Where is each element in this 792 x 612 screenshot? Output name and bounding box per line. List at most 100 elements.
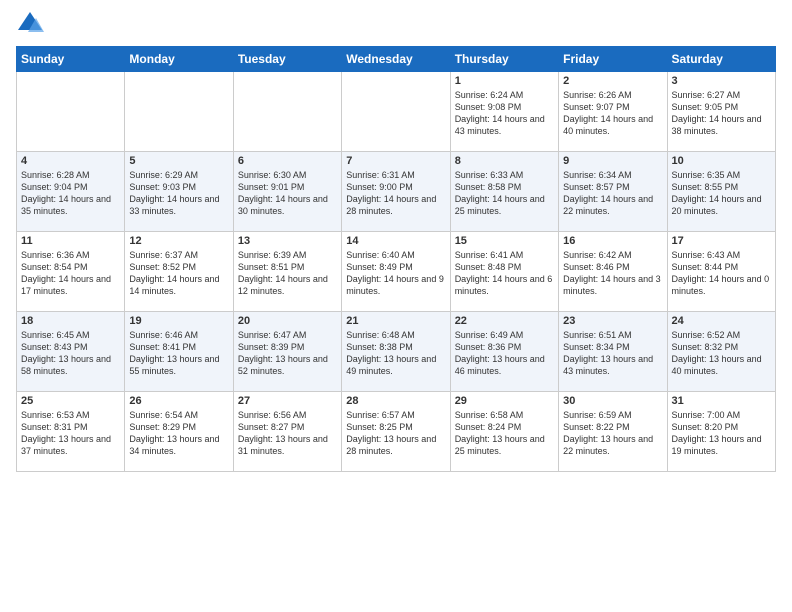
day-cell <box>342 72 450 152</box>
day-cell: 29 Sunrise: 6:58 AM Sunset: 8:24 PM Dayli… <box>450 392 558 472</box>
header-friday: Friday <box>559 47 667 72</box>
week-row-2: 4 Sunrise: 6:28 AM Sunset: 9:04 PM Daylig… <box>17 152 776 232</box>
day-info: Sunrise: 6:26 AM Sunset: 9:07 PM Dayligh… <box>563 89 662 138</box>
day-number: 2 <box>563 75 662 87</box>
day-number: 26 <box>129 395 228 407</box>
day-info: Sunrise: 6:42 AM Sunset: 8:46 PM Dayligh… <box>563 249 662 298</box>
week-row-3: 11Sunrise: 6:36 AM Sunset: 8:54 PM Dayli… <box>17 232 776 312</box>
day-cell: 12 Sunrise: 6:37 AM Sunset: 8:52 PM Dayli… <box>125 232 233 312</box>
day-number: 29 <box>455 395 554 407</box>
day-number: 7 <box>346 155 445 167</box>
day-cell: 4 Sunrise: 6:28 AM Sunset: 9:04 PM Daylig… <box>17 152 125 232</box>
day-cell: 1 Sunrise: 6:24 AM Sunset: 9:08 PM Daylig… <box>450 72 558 152</box>
day-number: 4 <box>21 155 120 167</box>
day-cell: 28 Sunrise: 6:57 AM Sunset: 8:25 PM Dayli… <box>342 392 450 472</box>
day-number: 31 <box>672 395 771 407</box>
day-number: 17 <box>672 235 771 247</box>
day-info: Sunrise: 6:34 AM Sunset: 8:57 PM Dayligh… <box>563 169 662 218</box>
header-monday: Monday <box>125 47 233 72</box>
day-info: Sunrise: 6:49 AM Sunset: 8:36 PM Dayligh… <box>455 329 554 378</box>
day-number: 5 <box>129 155 228 167</box>
calendar-header-row: SundayMondayTuesdayWednesdayThursdayFrid… <box>17 47 776 72</box>
day-info: Sunrise: 6:41 AM Sunset: 8:48 PM Dayligh… <box>455 249 554 298</box>
day-info: Sunrise: 6:56 AM Sunset: 8:27 PM Dayligh… <box>238 409 337 458</box>
day-info: Sunrise: 6:29 AM Sunset: 9:03 PM Dayligh… <box>129 169 228 218</box>
day-cell: 2 Sunrise: 6:26 AM Sunset: 9:07 PM Daylig… <box>559 72 667 152</box>
day-info: Sunrise: 6:40 AM Sunset: 8:49 PM Dayligh… <box>346 249 445 298</box>
day-info: Sunrise: 6:47 AM Sunset: 8:39 PM Dayligh… <box>238 329 337 378</box>
day-number: 9 <box>563 155 662 167</box>
day-cell <box>233 72 341 152</box>
day-cell: 22 Sunrise: 6:49 AM Sunset: 8:36 PM Dayli… <box>450 312 558 392</box>
day-number: 11 <box>21 235 120 247</box>
day-cell: 16Sunrise: 6:42 AM Sunset: 8:46 PM Dayli… <box>559 232 667 312</box>
day-cell: 26 Sunrise: 6:54 AM Sunset: 8:29 PM Dayli… <box>125 392 233 472</box>
day-number: 3 <box>672 75 771 87</box>
day-number: 6 <box>238 155 337 167</box>
day-cell: 31 Sunrise: 7:00 AM Sunset: 8:20 PM Dayli… <box>667 392 775 472</box>
day-cell: 30 Sunrise: 6:59 AM Sunset: 8:22 PM Dayli… <box>559 392 667 472</box>
day-number: 22 <box>455 315 554 327</box>
day-info: Sunrise: 6:51 AM Sunset: 8:34 PM Dayligh… <box>563 329 662 378</box>
day-info: Sunrise: 6:53 AM Sunset: 8:31 PM Dayligh… <box>21 409 120 458</box>
day-info: Sunrise: 6:37 AM Sunset: 8:52 PM Dayligh… <box>129 249 228 298</box>
day-info: Sunrise: 6:30 AM Sunset: 9:01 PM Dayligh… <box>238 169 337 218</box>
logo-icon <box>16 10 44 38</box>
day-cell: 7 Sunrise: 6:31 AM Sunset: 9:00 PM Daylig… <box>342 152 450 232</box>
day-cell: 8Sunrise: 6:33 AM Sunset: 8:58 PM Daylig… <box>450 152 558 232</box>
day-info: Sunrise: 6:52 AM Sunset: 8:32 PM Dayligh… <box>672 329 771 378</box>
day-number: 30 <box>563 395 662 407</box>
day-number: 12 <box>129 235 228 247</box>
day-number: 14 <box>346 235 445 247</box>
day-cell: 19 Sunrise: 6:46 AM Sunset: 8:41 PM Dayli… <box>125 312 233 392</box>
day-cell <box>125 72 233 152</box>
day-info: Sunrise: 7:00 AM Sunset: 8:20 PM Dayligh… <box>672 409 771 458</box>
day-info: Sunrise: 6:35 AM Sunset: 8:55 PM Dayligh… <box>672 169 771 218</box>
day-info: Sunrise: 6:33 AM Sunset: 8:58 PM Dayligh… <box>455 169 554 218</box>
week-row-1: 1 Sunrise: 6:24 AM Sunset: 9:08 PM Daylig… <box>17 72 776 152</box>
day-info: Sunrise: 6:24 AM Sunset: 9:08 PM Dayligh… <box>455 89 554 138</box>
day-info: Sunrise: 6:45 AM Sunset: 8:43 PM Dayligh… <box>21 329 120 378</box>
day-number: 24 <box>672 315 771 327</box>
day-cell: 14 Sunrise: 6:40 AM Sunset: 8:49 PM Dayli… <box>342 232 450 312</box>
header-tuesday: Tuesday <box>233 47 341 72</box>
week-row-5: 25Sunrise: 6:53 AM Sunset: 8:31 PM Dayli… <box>17 392 776 472</box>
day-number: 10 <box>672 155 771 167</box>
day-cell: 5 Sunrise: 6:29 AM Sunset: 9:03 PM Daylig… <box>125 152 233 232</box>
day-cell: 20 Sunrise: 6:47 AM Sunset: 8:39 PM Dayli… <box>233 312 341 392</box>
day-cell: 18Sunrise: 6:45 AM Sunset: 8:43 PM Dayli… <box>17 312 125 392</box>
day-cell: 9 Sunrise: 6:34 AM Sunset: 8:57 PM Daylig… <box>559 152 667 232</box>
day-number: 23 <box>563 315 662 327</box>
day-cell: 23 Sunrise: 6:51 AM Sunset: 8:34 PM Dayli… <box>559 312 667 392</box>
day-info: Sunrise: 6:31 AM Sunset: 9:00 PM Dayligh… <box>346 169 445 218</box>
day-number: 1 <box>455 75 554 87</box>
day-info: Sunrise: 6:48 AM Sunset: 8:38 PM Dayligh… <box>346 329 445 378</box>
day-number: 28 <box>346 395 445 407</box>
day-number: 13 <box>238 235 337 247</box>
day-info: Sunrise: 6:46 AM Sunset: 8:41 PM Dayligh… <box>129 329 228 378</box>
day-cell <box>17 72 125 152</box>
header-sunday: Sunday <box>17 47 125 72</box>
day-number: 19 <box>129 315 228 327</box>
day-info: Sunrise: 6:59 AM Sunset: 8:22 PM Dayligh… <box>563 409 662 458</box>
day-cell: 11Sunrise: 6:36 AM Sunset: 8:54 PM Dayli… <box>17 232 125 312</box>
day-info: Sunrise: 6:57 AM Sunset: 8:25 PM Dayligh… <box>346 409 445 458</box>
day-cell: 3 Sunrise: 6:27 AM Sunset: 9:05 PM Daylig… <box>667 72 775 152</box>
header <box>16 10 776 38</box>
day-info: Sunrise: 6:27 AM Sunset: 9:05 PM Dayligh… <box>672 89 771 138</box>
day-cell: 25Sunrise: 6:53 AM Sunset: 8:31 PM Dayli… <box>17 392 125 472</box>
day-info: Sunrise: 6:54 AM Sunset: 8:29 PM Dayligh… <box>129 409 228 458</box>
day-cell: 24 Sunrise: 6:52 AM Sunset: 8:32 PM Dayli… <box>667 312 775 392</box>
day-info: Sunrise: 6:28 AM Sunset: 9:04 PM Dayligh… <box>21 169 120 218</box>
day-number: 20 <box>238 315 337 327</box>
day-cell: 21 Sunrise: 6:48 AM Sunset: 8:38 PM Dayli… <box>342 312 450 392</box>
header-thursday: Thursday <box>450 47 558 72</box>
day-number: 21 <box>346 315 445 327</box>
day-info: Sunrise: 6:43 AM Sunset: 8:44 PM Dayligh… <box>672 249 771 298</box>
day-cell: 6 Sunrise: 6:30 AM Sunset: 9:01 PM Daylig… <box>233 152 341 232</box>
logo <box>16 10 48 38</box>
day-cell: 13Sunrise: 6:39 AM Sunset: 8:51 PM Dayli… <box>233 232 341 312</box>
day-info: Sunrise: 6:58 AM Sunset: 8:24 PM Dayligh… <box>455 409 554 458</box>
day-number: 27 <box>238 395 337 407</box>
day-number: 15 <box>455 235 554 247</box>
